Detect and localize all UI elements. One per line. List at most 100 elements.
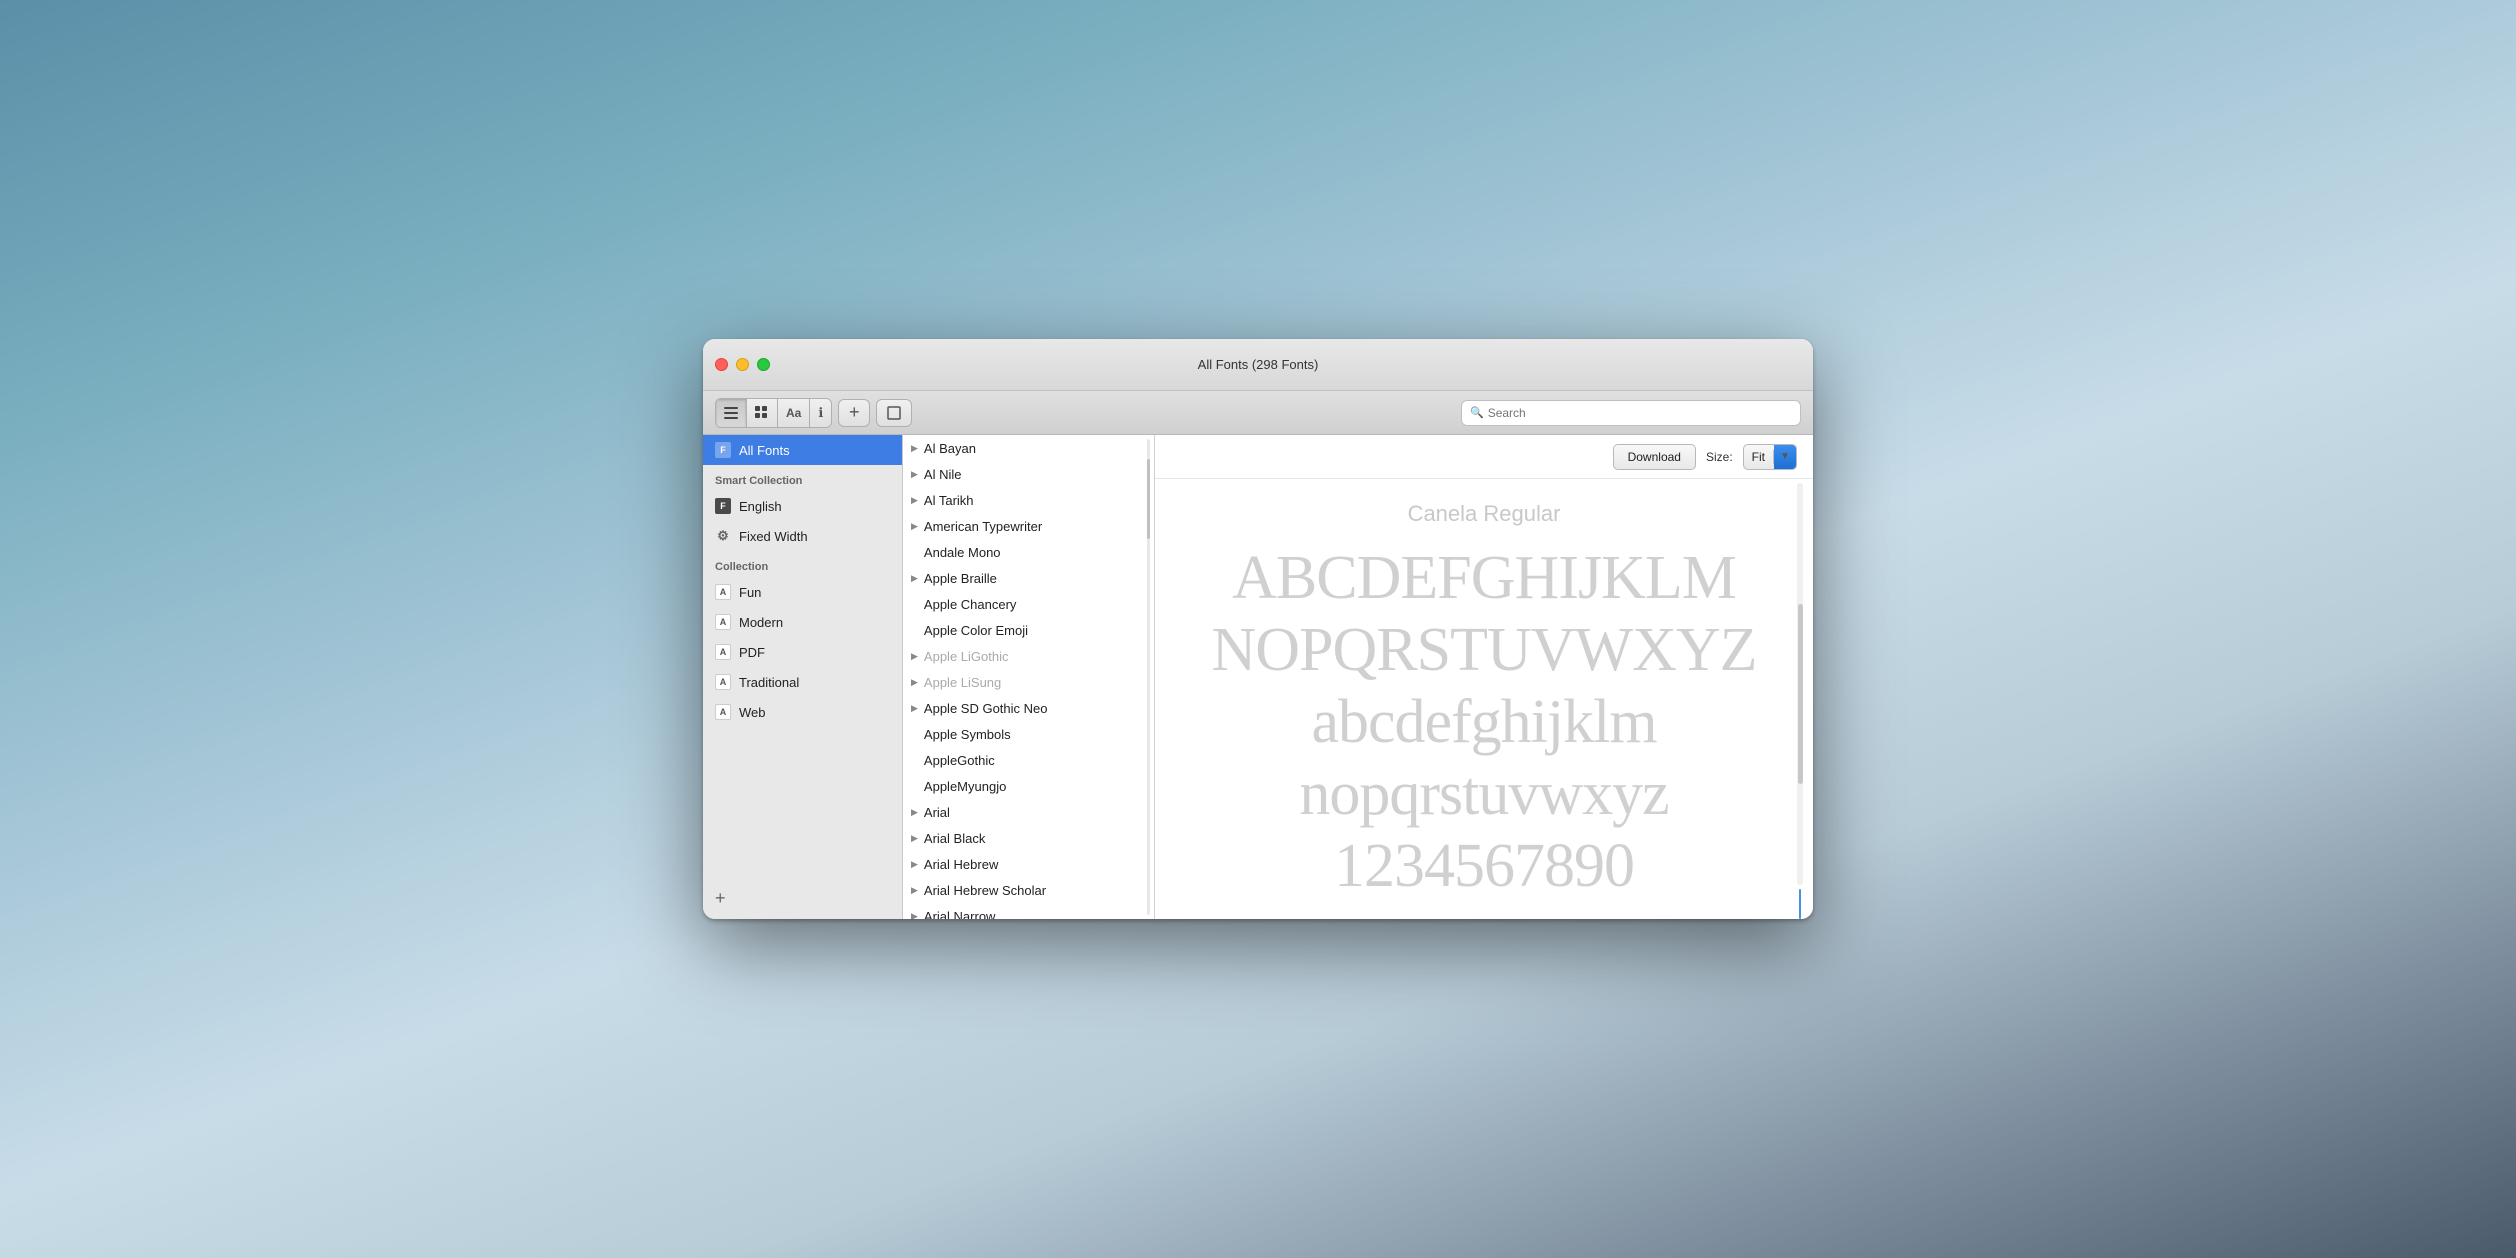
close-button[interactable] <box>715 358 728 371</box>
add-collection-button[interactable]: + <box>715 888 726 908</box>
preview-lowercase-large: NOPQRSTUVWXYZ <box>1212 619 1757 681</box>
preview-lowercase: abcdefghijklm <box>1311 691 1656 753</box>
font-item-arial[interactable]: ▶ Arial <box>903 799 1154 825</box>
title-bar: All Fonts (298 Fonts) <box>703 339 1813 391</box>
sidebar-item-traditional[interactable]: A Traditional <box>703 667 902 697</box>
font-item-apple-ligothic[interactable]: ▶ Apple LiGothic <box>903 643 1154 669</box>
modern-label: Modern <box>739 615 783 630</box>
preview-uppercase: ABCDEFGHIJKLM <box>1232 547 1736 609</box>
pdf-label: PDF <box>739 645 765 660</box>
traditional-label: Traditional <box>739 675 799 690</box>
search-box[interactable]: 🔍 <box>1461 400 1801 426</box>
font-item-arial-hebrew[interactable]: ▶ Arial Hebrew <box>903 851 1154 877</box>
font-name: Andale Mono <box>924 545 1001 560</box>
disclosure-icon: ▶ <box>911 859 918 870</box>
sample-view-button[interactable]: Aa <box>778 399 810 427</box>
size-label: Size: <box>1706 450 1733 464</box>
app-window: All Fonts (298 Fonts) Aa ℹ <box>703 339 1813 919</box>
font-item-applegothic[interactable]: ▶ AppleGothic <box>903 747 1154 773</box>
sidebar-item-pdf[interactable]: A PDF <box>703 637 902 667</box>
fun-icon: A <box>715 584 731 600</box>
font-item-apple-lisung[interactable]: ▶ Apple LiSung <box>903 669 1154 695</box>
font-item-al-tarikh[interactable]: ▶ Al Tarikh <box>903 487 1154 513</box>
collection-header: Collection <box>703 551 902 577</box>
disclosure-icon: ▶ <box>911 885 918 896</box>
english-icon: F <box>715 498 731 514</box>
modern-icon: A <box>715 614 731 630</box>
font-item-apple-braille[interactable]: ▶ Apple Braille <box>903 565 1154 591</box>
list-view-button[interactable] <box>716 399 747 427</box>
font-name: Apple SD Gothic Neo <box>924 701 1048 716</box>
font-item-apple-sd-gothic-neo[interactable]: ▶ Apple SD Gothic Neo <box>903 695 1154 721</box>
preview-lowercase2: nopqrstuvwxyz <box>1299 763 1668 825</box>
disclosure-icon: ▶ <box>911 911 918 920</box>
sidebar-item-web[interactable]: A Web <box>703 697 902 727</box>
maximize-button[interactable] <box>757 358 770 371</box>
window-title: All Fonts (298 Fonts) <box>1198 357 1319 372</box>
traffic-lights <box>715 358 770 371</box>
disclosure-icon: ▶ <box>911 443 918 454</box>
font-item-arial-black[interactable]: ▶ Arial Black <box>903 825 1154 851</box>
fun-label: Fun <box>739 585 761 600</box>
preview-toolbar: Download Size: Fit ▼ <box>1155 435 1813 479</box>
sidebar-item-fun[interactable]: A Fun <box>703 577 902 607</box>
disclosure-icon: ▶ <box>911 651 918 662</box>
font-name: Arial <box>924 805 950 820</box>
font-name: Apple Chancery <box>924 597 1017 612</box>
disclosure-icon: ▶ <box>911 495 918 506</box>
font-item-apple-chancery[interactable]: ▶ Apple Chancery <box>903 591 1154 617</box>
sidebar-item-all-fonts[interactable]: F All Fonts <box>703 435 902 465</box>
disclosure-icon: ▶ <box>911 833 918 844</box>
disclosure-icon: ▶ <box>911 807 918 818</box>
font-name: AppleGothic <box>924 753 995 768</box>
info-button[interactable]: ℹ <box>810 399 831 427</box>
all-fonts-label: All Fonts <box>739 443 790 458</box>
download-button[interactable]: Download <box>1613 444 1696 470</box>
add-button[interactable]: + <box>838 399 870 427</box>
grid-view-button[interactable] <box>747 399 778 427</box>
disclosure-icon: ▶ <box>911 703 918 714</box>
font-name: Arial Narrow <box>924 909 996 920</box>
font-item-arial-hebrew-scholar[interactable]: ▶ Arial Hebrew Scholar <box>903 877 1154 903</box>
preview-content: Canela Regular ABCDEFGHIJKLM NOPQRSTUVWX… <box>1155 479 1813 919</box>
size-selector[interactable]: Fit ▼ <box>1743 444 1797 470</box>
font-name: Al Bayan <box>924 441 976 456</box>
disclosure-icon: ▶ <box>911 573 918 584</box>
font-item-american-typewriter[interactable]: ▶ American Typewriter <box>903 513 1154 539</box>
font-name: Apple Braille <box>924 571 997 586</box>
font-list-scrollbar[interactable] <box>1147 435 1150 919</box>
fixed-width-label: Fixed Width <box>739 529 808 544</box>
font-name: American Typewriter <box>924 519 1042 534</box>
font-item-al-bayan[interactable]: ▶ Al Bayan <box>903 435 1154 461</box>
font-item-apple-color-emoji[interactable]: ▶ Apple Color Emoji <box>903 617 1154 643</box>
scrollbar-thumb <box>1798 604 1803 784</box>
font-name: Arial Hebrew <box>924 857 998 872</box>
all-fonts-icon: F <box>715 442 731 458</box>
font-list-scrolltrack <box>1147 439 1150 915</box>
preview-button[interactable] <box>876 399 912 427</box>
web-icon: A <box>715 704 731 720</box>
font-item-al-nile[interactable]: ▶ Al Nile <box>903 461 1154 487</box>
smart-collection-header: Smart Collection <box>703 465 902 491</box>
toolbar: Aa ℹ + 🔍 <box>703 391 1813 435</box>
font-item-applemyungjo[interactable]: ▶ AppleMyungjo <box>903 773 1154 799</box>
preview-scrollbar[interactable] <box>1795 479 1805 919</box>
search-input[interactable] <box>1488 406 1792 420</box>
size-value: Fit <box>1744 450 1774 464</box>
view-toggle-group: Aa ℹ <box>715 398 832 428</box>
size-dropdown-arrow[interactable]: ▼ <box>1774 445 1796 469</box>
english-label: English <box>739 499 782 514</box>
scrollbar-position-line <box>1799 889 1801 919</box>
sidebar-item-fixed-width[interactable]: ⚙ Fixed Width <box>703 521 902 551</box>
font-item-apple-symbols[interactable]: ▶ Apple Symbols <box>903 721 1154 747</box>
disclosure-icon: ▶ <box>911 469 918 480</box>
font-item-arial-narrow[interactable]: ▶ Arial Narrow <box>903 903 1154 919</box>
font-list-scrollthumb <box>1147 459 1150 539</box>
main-content: F All Fonts Smart Collection F English ⚙… <box>703 435 1813 919</box>
sidebar-item-english[interactable]: F English <box>703 491 902 521</box>
fixed-width-icon: ⚙ <box>715 528 731 544</box>
font-item-andale-mono[interactable]: ▶ Andale Mono <box>903 539 1154 565</box>
minimize-button[interactable] <box>736 358 749 371</box>
sidebar: F All Fonts Smart Collection F English ⚙… <box>703 435 903 919</box>
sidebar-item-modern[interactable]: A Modern <box>703 607 902 637</box>
